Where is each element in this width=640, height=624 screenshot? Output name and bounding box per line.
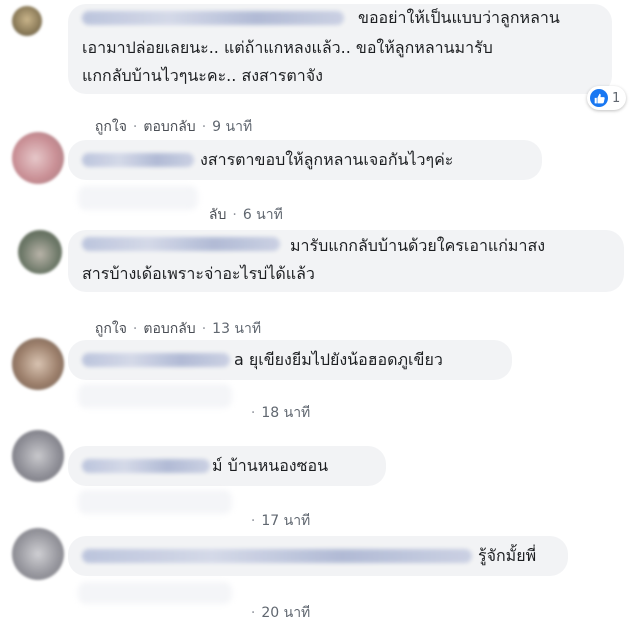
comment-text-line: รู้จักมั้ยพี่ — [478, 546, 537, 565]
blurred-region — [78, 490, 232, 514]
like-icon — [590, 89, 608, 107]
separator-dot: · — [250, 605, 256, 621]
reply-link[interactable]: ตอบกลับ — [143, 321, 195, 337]
comment-bubble: รู้จักมั้ยพี่ — [68, 536, 568, 576]
commenter-name[interactable] — [82, 237, 280, 251]
separator-dot: · — [201, 119, 207, 135]
comment-actions: ถูกใจ · ตอบกลับ · 13 นาที — [86, 302, 261, 340]
timestamp[interactable]: 9 นาที — [212, 119, 252, 135]
avatar[interactable] — [12, 338, 64, 390]
blurred-region — [78, 582, 232, 604]
comment-text-line: แกกลับบ้านไวๆนะคะ.. สงสารตาจัง — [82, 66, 323, 85]
separator-dot: · — [250, 513, 256, 529]
comment-actions: · 20 นาที — [236, 586, 310, 624]
comment-bubble: งสารตาขอบให้ลูกหลานเจอกันไวๆค่ะ — [68, 140, 542, 180]
timestamp[interactable]: 18 นาที — [261, 405, 310, 421]
comment-text-line: a ยุเขียงยีมไปยังน้อฮอดภูเขียว — [234, 350, 443, 369]
separator-dot: · — [132, 321, 138, 337]
separator-dot: · — [232, 207, 237, 223]
commenter-name[interactable] — [82, 11, 344, 25]
comment-bubble: ขออย่าให้เป็นแบบว่าลูกหลาน เอามาปล่อยเลย… — [68, 4, 612, 94]
like-link[interactable]: ถูกใจ — [95, 119, 127, 135]
separator-dot: · — [132, 119, 138, 135]
separator-dot: · — [201, 321, 207, 337]
comment-text-line: ขออย่าให้เป็นแบบว่าลูกหลาน — [358, 8, 560, 27]
comment-bubble: ม์ บ้านหนองซอน — [68, 446, 386, 486]
reaction-badge[interactable]: 1 — [587, 86, 627, 110]
timestamp[interactable]: 6 นาที — [243, 207, 283, 223]
avatar[interactable] — [18, 230, 62, 274]
avatar[interactable] — [12, 6, 42, 36]
comment-text-line: สารบ้างเด้อเพราะจ่าอะไรบ่ได้แล้ว — [82, 264, 315, 283]
comment-bubble: a ยุเขียงยีมไปยังน้อฮอดภูเขียว — [68, 340, 512, 380]
avatar[interactable] — [12, 430, 64, 482]
comment-text-line: มารับแกกลับบ้านด้วยใครเอาแก่มาสง — [290, 236, 546, 255]
comment-actions: · 17 นาที — [236, 494, 310, 532]
avatar[interactable] — [12, 528, 64, 580]
comment-bubble: มารับแกกลับบ้านด้วยใครเอาแก่มาสง สารบ้าง… — [68, 230, 624, 292]
like-link[interactable]: ถูกใจ — [95, 321, 127, 337]
timestamp[interactable]: 20 นาที — [261, 605, 310, 621]
comment-actions: ลับ · 6 นาที — [200, 188, 283, 226]
commenter-name[interactable] — [82, 459, 210, 473]
reply-link[interactable]: ตอบกลับ — [143, 119, 195, 135]
timestamp[interactable]: 13 นาที — [212, 321, 261, 337]
comment-text-line: งสารตาขอบให้ลูกหลานเจอกันไวๆค่ะ — [200, 150, 454, 169]
commenter-name[interactable] — [82, 353, 230, 367]
comment-text-line: ม์ บ้านหนองซอน — [212, 456, 329, 475]
reaction-count: 1 — [612, 90, 621, 106]
separator-dot: · — [250, 405, 256, 421]
timestamp[interactable]: 17 นาที — [261, 513, 310, 529]
commenter-name[interactable] — [82, 153, 194, 167]
reply-link[interactable]: ลับ — [209, 207, 226, 223]
comment-actions: ถูกใจ · ตอบกลับ · 9 นาที — [86, 100, 252, 138]
comment-actions: · 18 นาที — [236, 386, 310, 424]
blurred-region — [78, 384, 232, 408]
commenter-name[interactable] — [82, 549, 472, 563]
avatar[interactable] — [12, 132, 64, 184]
comment-text-line: เอามาปล่อยเลยนะ.. แต่ถ้าแกหลงแล้ว.. ขอให… — [82, 38, 493, 57]
blurred-region — [78, 186, 198, 210]
